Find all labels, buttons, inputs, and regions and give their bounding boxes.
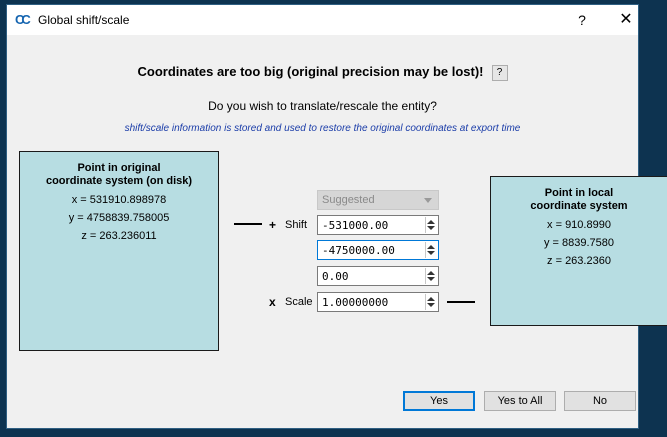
spin-arrows[interactable]	[425, 217, 436, 233]
spin-arrows[interactable]	[425, 242, 436, 258]
arrow-up-icon[interactable]	[427, 297, 435, 301]
local-title: Point in local coordinate system	[491, 187, 667, 213]
arrow-up-icon[interactable]	[427, 220, 435, 224]
shift-y-spinbox[interactable]: -4750000.00	[317, 240, 439, 260]
chevron-down-icon	[424, 198, 432, 203]
shift-plus-symbol: +	[269, 218, 277, 232]
yes-to-all-button[interactable]: Yes to All	[484, 391, 556, 411]
arrow-down-icon[interactable]	[427, 277, 435, 281]
title-bar: CC Global shift/scale ? ✕	[7, 5, 638, 35]
local-y: y = 8839.7580	[543, 237, 615, 249]
headline: Coordinates are too big (original precis…	[7, 64, 638, 81]
original-y: y = 4758839.758005	[68, 212, 170, 224]
original-point-box: Point in original coordinate system (on …	[19, 151, 219, 351]
preset-value: Suggested	[322, 194, 375, 206]
info-text: shift/scale information is stored and us…	[124, 123, 521, 134]
original-title-line2: coordinate system (on disk)	[45, 175, 193, 187]
shift-connector-line	[234, 223, 262, 225]
original-title: Point in original coordinate system (on …	[20, 162, 218, 188]
titlebar-help-button[interactable]: ?	[571, 11, 593, 29]
arrow-up-icon[interactable]	[427, 245, 435, 249]
original-z: z = 263.236011	[81, 230, 157, 242]
no-button[interactable]: No	[564, 391, 636, 411]
headline-text: Coordinates are too big (original precis…	[137, 64, 484, 79]
global-shift-dialog: CC Global shift/scale ? ✕ Coordinates ar…	[6, 4, 667, 429]
scale-spinbox[interactable]: 1.00000000	[317, 292, 439, 312]
local-x: x = 910.8990	[547, 219, 611, 231]
scale-connector-line	[447, 301, 475, 303]
scale-label: Scale	[285, 296, 313, 308]
yes-button[interactable]: Yes	[403, 391, 475, 411]
window-title: Global shift/scale	[38, 13, 130, 27]
local-title-line2: coordinate system	[530, 200, 628, 212]
shift-z-spinbox[interactable]: 0.00	[317, 266, 439, 286]
local-z: z = 263.2360	[547, 255, 611, 267]
local-title-line1: Point in local	[544, 187, 614, 199]
shift-x-value: -531000.00	[322, 219, 389, 232]
arrow-up-icon[interactable]	[427, 271, 435, 275]
spin-arrows[interactable]	[425, 294, 436, 310]
local-point-box: Point in local coordinate system x = 910…	[490, 176, 667, 326]
scale-value: 1.00000000	[322, 296, 389, 309]
arrow-down-icon[interactable]	[427, 303, 435, 307]
original-x: x = 531910.898978	[71, 194, 167, 206]
preset-combo[interactable]: Suggested	[317, 190, 439, 210]
shift-z-value: 0.00	[322, 270, 349, 283]
scale-x-symbol: x	[269, 295, 276, 309]
shift-y-value: -4750000.00	[322, 244, 395, 257]
help-button[interactable]: ?	[491, 64, 508, 81]
arrow-down-icon[interactable]	[427, 251, 435, 255]
shift-label: Shift	[285, 219, 308, 231]
cloudcompare-logo-icon: CC	[15, 12, 31, 27]
question-text: Do you wish to translate/rescale the ent…	[208, 99, 437, 113]
close-button[interactable]: ✕	[615, 11, 637, 29]
spin-arrows[interactable]	[425, 268, 436, 284]
original-title-line1: Point in original	[77, 162, 161, 174]
arrow-down-icon[interactable]	[427, 226, 435, 230]
shift-x-spinbox[interactable]: -531000.00	[317, 215, 439, 235]
